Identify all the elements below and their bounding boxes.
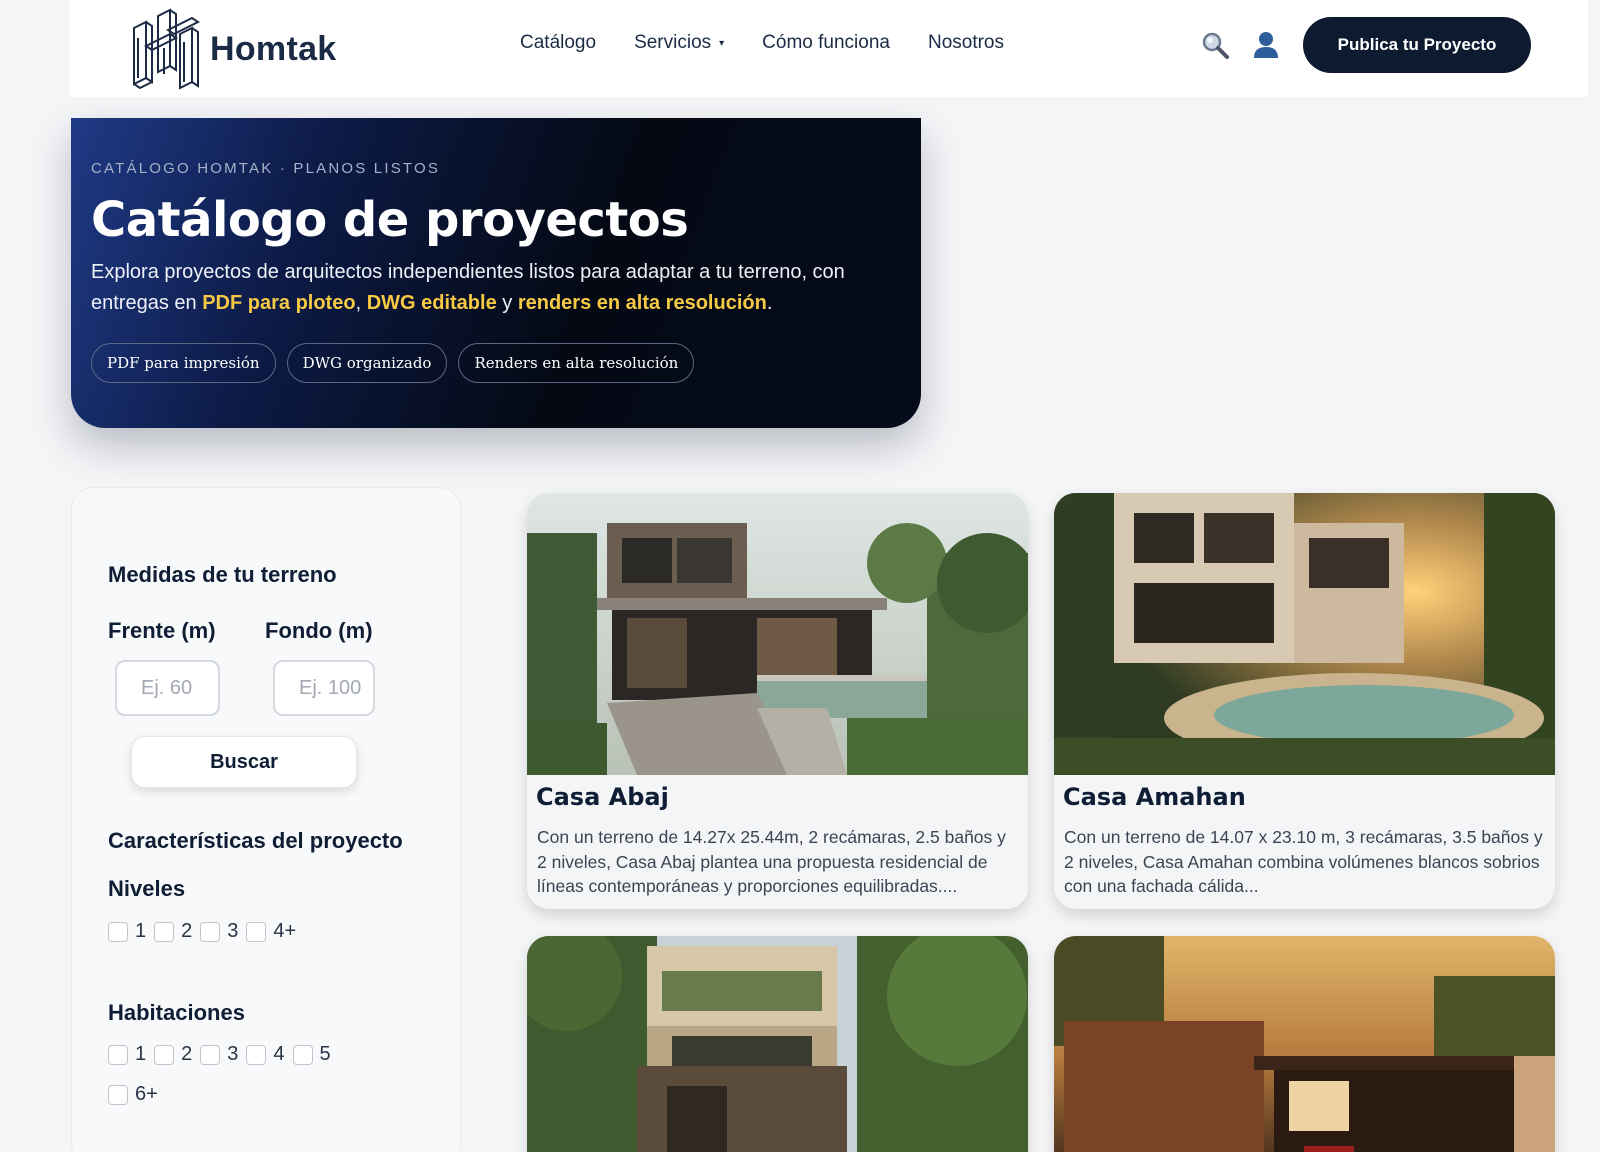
checkbox-label: 2 bbox=[181, 1043, 193, 1065]
search-icon[interactable] bbox=[1200, 30, 1230, 60]
checkbox-label: 2 bbox=[181, 920, 193, 942]
house-render-image bbox=[527, 936, 1028, 1152]
highlight-dwg: DWG editable bbox=[366, 292, 497, 314]
checkbox-hab-1[interactable]: 1 bbox=[108, 1043, 146, 1066]
feature-chips: PDF para impresión DWG organizado Render… bbox=[91, 343, 695, 383]
checkbox-box[interactable] bbox=[292, 1044, 313, 1065]
frente-input[interactable] bbox=[115, 660, 220, 716]
section-title-terreno: Medidas de tu terreno bbox=[108, 562, 337, 587]
checkbox-box[interactable] bbox=[108, 1084, 128, 1105]
checkbox-nivel-2[interactable]: 2 bbox=[154, 920, 192, 943]
nav-como-funciona[interactable]: Cómo funciona bbox=[762, 32, 890, 54]
checkbox-label: 1 bbox=[135, 1043, 147, 1065]
house-render-image bbox=[527, 493, 1028, 775]
filters-sidebar: Medidas de tu terreno Frente (m) Fondo (… bbox=[71, 487, 461, 1152]
habitaciones-options: 1 2 3 4 5 bbox=[108, 1043, 339, 1066]
checkbox-box[interactable] bbox=[108, 1044, 128, 1065]
logo-icon bbox=[133, 8, 200, 90]
niveles-options: 1 2 3 4+ bbox=[108, 920, 304, 943]
niveles-label: Niveles bbox=[108, 876, 186, 901]
checkbox-label: 1 bbox=[135, 920, 147, 942]
checkbox-hab-3[interactable]: 3 bbox=[200, 1043, 238, 1066]
nav-servicios-label: Servicios bbox=[634, 32, 712, 53]
checkbox-label: 3 bbox=[227, 920, 239, 942]
user-icon[interactable] bbox=[1252, 30, 1280, 60]
checkbox-box[interactable] bbox=[246, 921, 267, 942]
fondo-input[interactable] bbox=[273, 660, 375, 716]
section-title-caracteristicas: Características del proyecto bbox=[108, 828, 403, 853]
checkbox-hab-5[interactable]: 5 bbox=[292, 1043, 331, 1066]
project-image[interactable] bbox=[1054, 936, 1555, 1152]
nav-como-funciona-label: Cómo funciona bbox=[762, 32, 890, 53]
card-description: Con un terreno de 14.27x 25.44m, 2 recám… bbox=[537, 827, 1006, 896]
nav-servicios[interactable]: Servicios ▾ bbox=[634, 32, 724, 54]
checkbox-box[interactable] bbox=[200, 921, 221, 942]
checkbox-nivel-4plus[interactable]: 4+ bbox=[246, 920, 296, 943]
chip-renders: Renders en alta resolución bbox=[458, 343, 695, 383]
project-card[interactable] bbox=[1054, 936, 1555, 1152]
brand-name: Homtak bbox=[210, 29, 337, 68]
nav-catalogo-label: Catálogo bbox=[520, 32, 597, 53]
nav-nosotros[interactable]: Nosotros bbox=[928, 32, 1004, 54]
habitaciones-options-2: 6+ bbox=[108, 1083, 166, 1106]
project-card[interactable] bbox=[527, 936, 1028, 1152]
chip-dwg: DWG organizado bbox=[286, 343, 448, 383]
house-render-image bbox=[1054, 936, 1555, 1152]
highlight-renders: renders en alta resolución bbox=[517, 292, 767, 314]
checkbox-box[interactable] bbox=[200, 1044, 221, 1065]
project-card-casa-amahan[interactable]: Casa Amahan Con un terreno de 14.07 x 23… bbox=[1054, 493, 1555, 909]
checkbox-label: 5 bbox=[319, 1043, 331, 1065]
card-title[interactable]: Casa Abaj bbox=[536, 783, 669, 811]
publish-project-button[interactable]: Publica tu Proyecto bbox=[1303, 17, 1531, 73]
project-image[interactable] bbox=[1054, 493, 1555, 775]
checkbox-hab-6plus[interactable]: 6+ bbox=[108, 1083, 158, 1106]
checkbox-box[interactable] bbox=[246, 1044, 267, 1065]
project-image[interactable] bbox=[527, 493, 1028, 775]
main-nav: Catálogo Servicios ▾ Cómo funciona Nosotr… bbox=[520, 32, 1042, 54]
project-image[interactable] bbox=[527, 936, 1028, 1152]
checkbox-label: 6+ bbox=[135, 1083, 158, 1105]
hero-desc-sep: y bbox=[496, 292, 518, 314]
house-render-image bbox=[1054, 493, 1555, 775]
nav-catalogo[interactable]: Catálogo bbox=[520, 32, 596, 54]
hero-desc-sep: , bbox=[355, 292, 367, 314]
checkbox-label: 4 bbox=[273, 1043, 285, 1065]
project-card-casa-abaj[interactable]: Casa Abaj Con un terreno de 14.27x 25.44… bbox=[527, 493, 1028, 909]
checkbox-hab-2[interactable]: 2 bbox=[154, 1043, 192, 1066]
checkbox-label: 3 bbox=[227, 1043, 239, 1065]
card-description: Con un terreno de 14.07 x 23.10 m, 3 rec… bbox=[1064, 827, 1543, 896]
fondo-label: Fondo (m) bbox=[265, 618, 373, 643]
chevron-down-icon: ▾ bbox=[719, 37, 725, 49]
hero-description: Explora proyectos de arquitectos indepen… bbox=[91, 257, 851, 319]
hero-eyebrow: CATÁLOGO HOMTAK · PLANOS LISTOS bbox=[91, 160, 441, 177]
logo[interactable]: Homtak bbox=[128, 8, 337, 90]
checkbox-nivel-3[interactable]: 3 bbox=[200, 920, 238, 943]
checkbox-box[interactable] bbox=[154, 1044, 175, 1065]
checkbox-label: 4+ bbox=[273, 920, 297, 942]
site-header: Homtak Catálogo Servicios ▾ Cómo funciona… bbox=[70, 0, 1588, 97]
checkbox-box[interactable] bbox=[108, 921, 128, 942]
card-title[interactable]: Casa Amahan bbox=[1063, 783, 1246, 811]
frente-label: Frente (m) bbox=[108, 618, 216, 643]
highlight-pdf: PDF para ploteo bbox=[202, 292, 356, 314]
checkbox-hab-4[interactable]: 4 bbox=[246, 1043, 285, 1066]
hero-banner: CATÁLOGO HOMTAK · PLANOS LISTOS Catálogo… bbox=[71, 118, 921, 428]
hero-desc-end: . bbox=[766, 292, 773, 314]
checkbox-box[interactable] bbox=[154, 921, 175, 942]
chip-pdf: PDF para impresión bbox=[91, 343, 276, 383]
checkbox-nivel-1[interactable]: 1 bbox=[108, 920, 146, 943]
page-title: Catálogo de proyectos bbox=[91, 192, 689, 248]
nav-nosotros-label: Nosotros bbox=[927, 32, 1004, 53]
habitaciones-label: Habitaciones bbox=[108, 1000, 245, 1025]
search-button[interactable]: Buscar bbox=[131, 736, 357, 788]
